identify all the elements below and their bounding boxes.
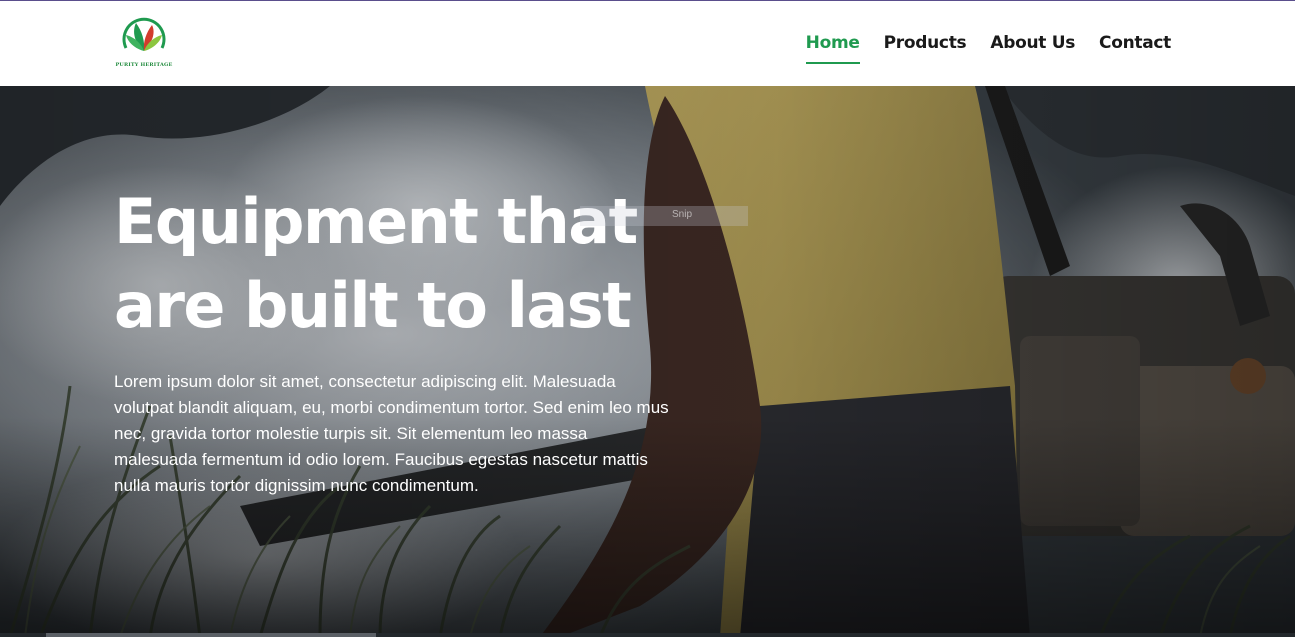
nav-products[interactable]: Products [884, 33, 967, 53]
site-header: PURITY HERITAGE Home Products About Us C… [0, 0, 1295, 86]
hero-section: Snip Equipment that are built to last Lo… [0, 86, 1295, 637]
bottom-strip [0, 633, 1295, 637]
snip-overlay-chip: Snip [580, 206, 748, 226]
nav-home[interactable]: Home [805, 33, 860, 64]
snip-chip-text: Snip [672, 209, 693, 220]
nav-about-us[interactable]: About Us [990, 33, 1075, 53]
page: PURITY HERITAGE Home Products About Us C… [0, 0, 1295, 637]
brand-logo[interactable]: PURITY HERITAGE [114, 13, 174, 73]
main-nav: Home Products About Us Contact [805, 33, 1171, 64]
logo-text: PURITY HERITAGE [115, 62, 173, 68]
hero-description: Lorem ipsum dolor sit amet, consectetur … [114, 372, 669, 495]
hero-background-photo [0, 86, 1295, 637]
leaf-logo-icon [122, 17, 166, 51]
bottom-strip-segment [46, 633, 376, 637]
nav-contact[interactable]: Contact [1099, 33, 1171, 53]
